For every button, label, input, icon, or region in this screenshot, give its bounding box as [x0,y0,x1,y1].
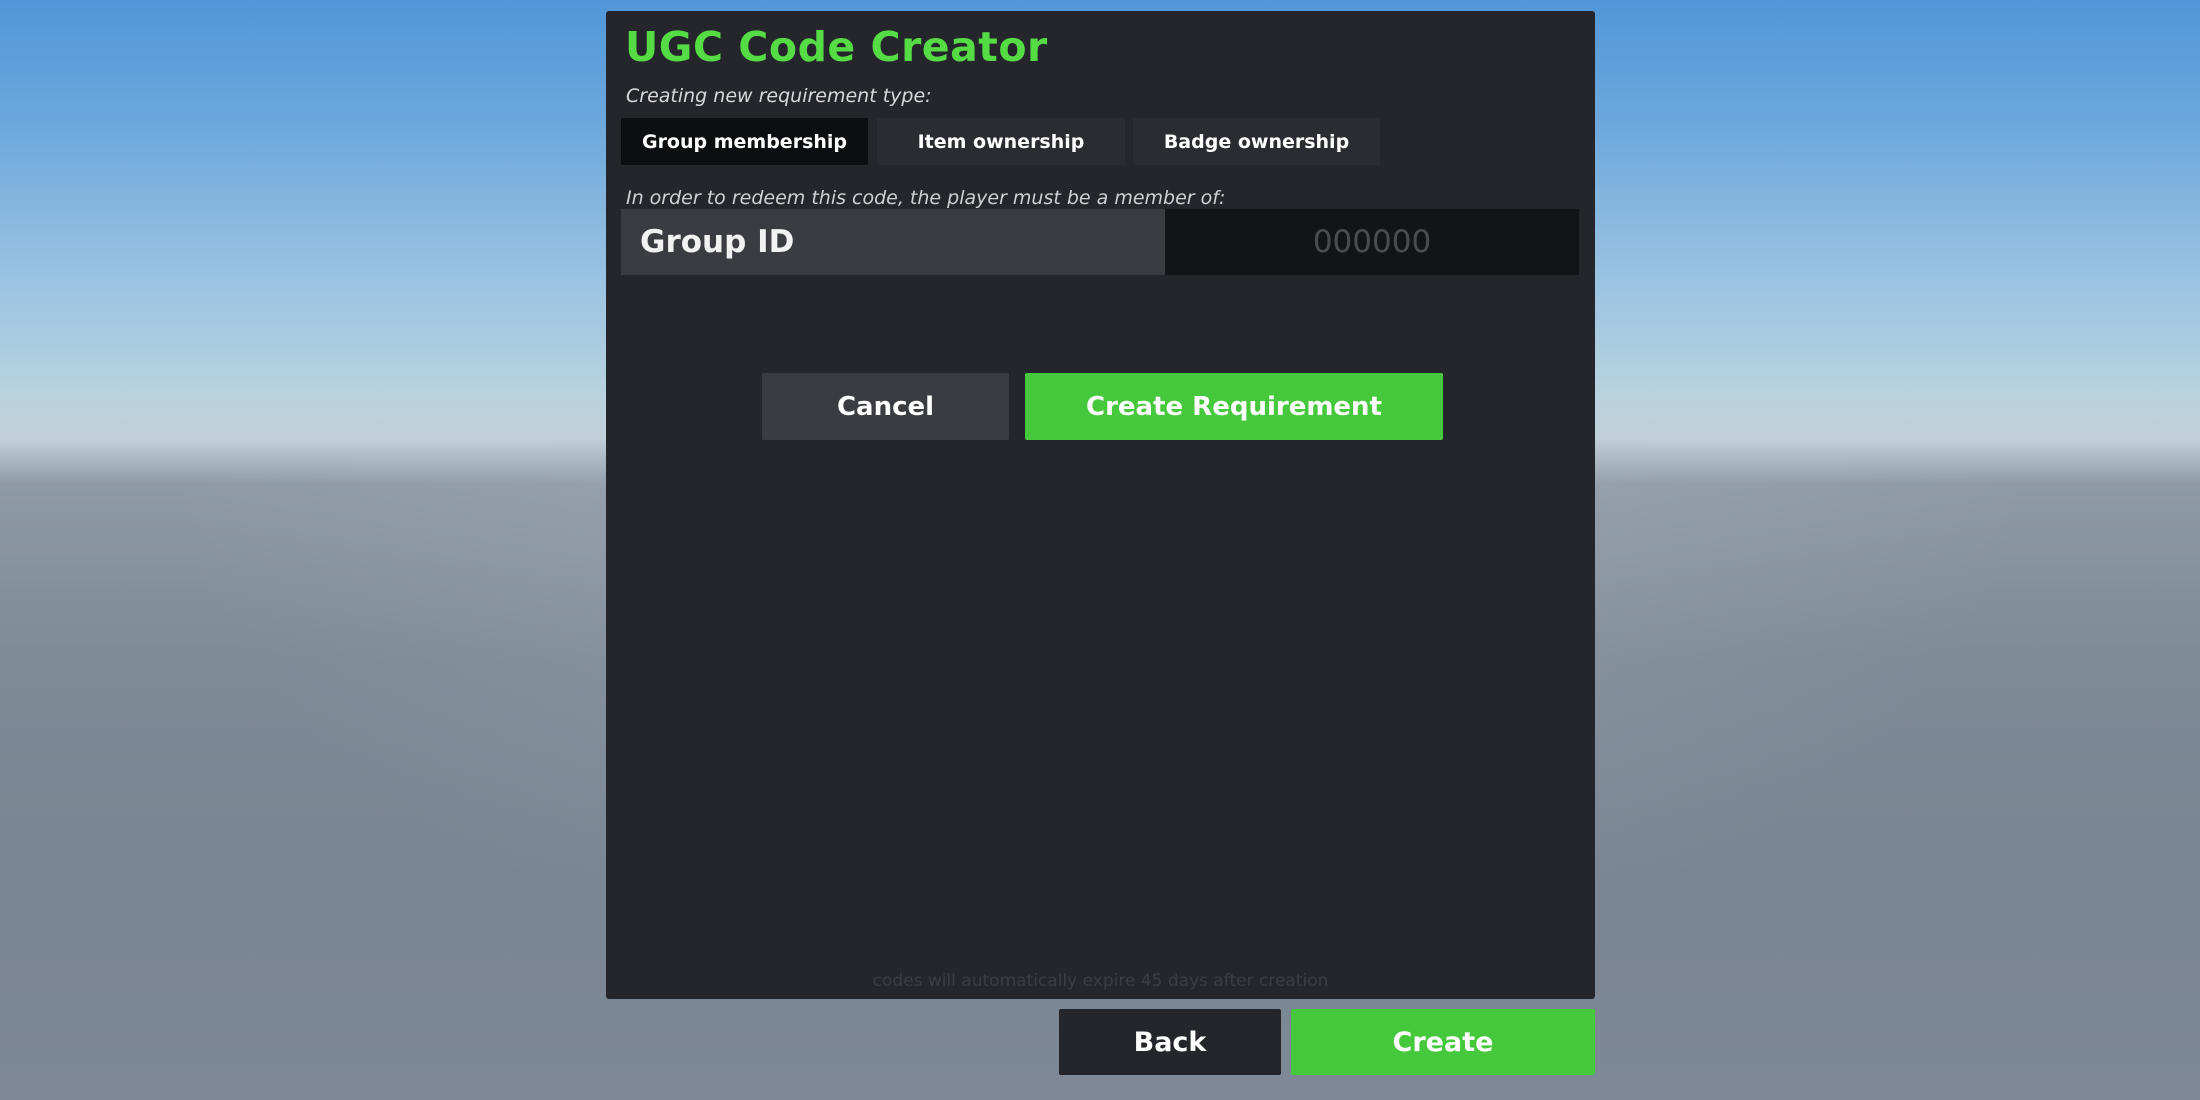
group-id-row: Group ID [621,209,1579,275]
tab-group-membership[interactable]: Group membership [621,118,868,165]
group-id-label: Group ID [640,224,795,260]
panel-title: UGC Code Creator [625,23,1048,71]
requirement-type-prompt: Creating new requirement type: [626,85,932,107]
create-requirement-button[interactable]: Create Requirement [1025,373,1443,440]
cancel-button[interactable]: Cancel [762,373,1009,440]
expiry-footnote: codes will automatically expire 45 days … [872,971,1329,991]
requirement-description: In order to redeem this code, the player… [626,187,1226,209]
create-button[interactable]: Create [1291,1009,1595,1075]
back-button[interactable]: Back [1059,1009,1281,1075]
tab-badge-ownership[interactable]: Badge ownership [1133,118,1380,165]
tab-item-ownership[interactable]: Item ownership [877,118,1125,165]
ugc-code-creator-panel: UGC Code Creator Creating new requiremen… [606,11,1595,999]
group-id-label-box: Group ID [621,209,1165,275]
game-background: UGC Code Creator Creating new requiremen… [0,0,2200,1100]
group-id-input[interactable] [1165,209,1579,275]
